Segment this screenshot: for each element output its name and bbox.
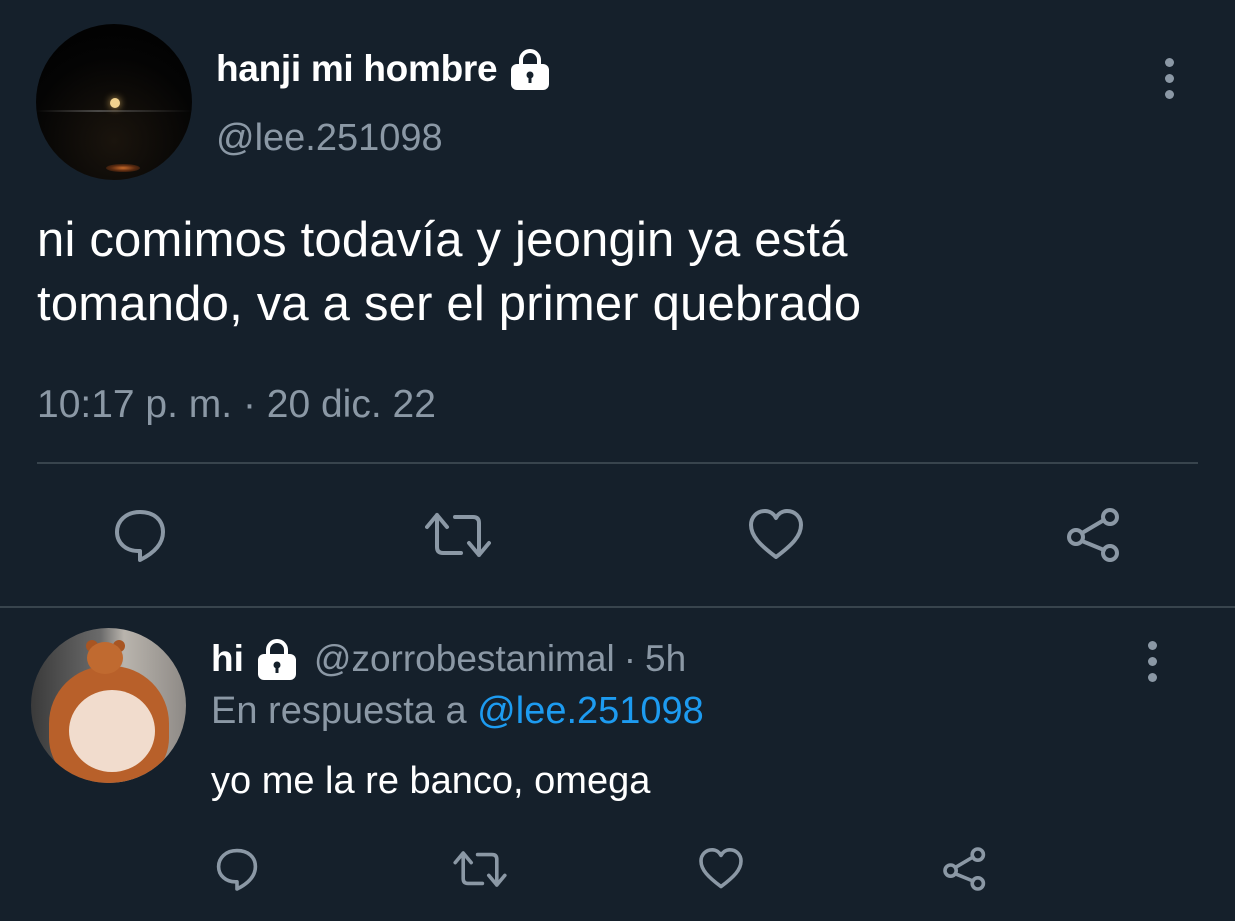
more-vertical-icon[interactable] xyxy=(1148,641,1157,682)
reply-age: 5h xyxy=(645,638,687,679)
author-handle[interactable]: @lee.251098 xyxy=(216,117,443,160)
lock-icon xyxy=(507,46,553,92)
reply-button[interactable] xyxy=(110,505,170,565)
lock-icon xyxy=(254,636,300,682)
tweet-timestamp[interactable]: 10:17 p. m. · 20 dic. 22 xyxy=(37,383,436,427)
heart-icon xyxy=(697,845,745,893)
like-button[interactable] xyxy=(746,505,806,565)
author-name-row[interactable]: hanji mi hombre xyxy=(216,46,553,92)
retweet-button[interactable] xyxy=(425,505,491,565)
reply-retweet-button[interactable] xyxy=(453,845,507,893)
reply-reply-button[interactable] xyxy=(213,845,261,893)
reply-share-button[interactable] xyxy=(941,845,989,893)
reply-context-prefix: En respuesta a xyxy=(211,690,467,732)
avatar-moon xyxy=(110,98,120,108)
reply-author-avatar[interactable] xyxy=(31,628,186,783)
avatar-horizon xyxy=(36,110,192,112)
avatar-bear-head xyxy=(87,642,123,674)
heart-icon xyxy=(746,505,806,565)
divider xyxy=(37,462,1198,464)
reply-like-button[interactable] xyxy=(697,845,745,893)
share-icon xyxy=(1064,505,1124,565)
reply-context: En respuesta a @lee.251098 xyxy=(211,690,704,733)
reply-author-name[interactable]: hi xyxy=(211,638,244,680)
reply-bubble-icon xyxy=(213,845,261,893)
share-icon xyxy=(941,845,989,893)
author-name[interactable]: hanji mi hombre xyxy=(216,48,498,90)
tweet-detail-screen: hanji mi hombre @lee.251098 ni comimos t… xyxy=(0,0,1235,921)
tweet-text-line-2: tomando, va a ser el primer quebrado xyxy=(37,277,862,331)
more-vertical-icon[interactable] xyxy=(1165,58,1174,99)
reply-author-handle[interactable]: @zorrobestanimal xyxy=(314,638,615,680)
reply-mention-link[interactable]: @lee.251098 xyxy=(477,690,704,732)
avatar-bear-belly xyxy=(69,690,155,772)
divider xyxy=(0,606,1235,608)
retweet-icon xyxy=(453,845,507,893)
avatar-city-lights xyxy=(106,164,140,172)
reply-header: hi @zorrobestanimal · 5h xyxy=(211,636,686,682)
tweet-text-line-1: ni comimos todavía y jeongin ya está xyxy=(37,213,848,267)
reply-separator: · xyxy=(623,638,637,679)
reply-text: yo me la re banco, omega xyxy=(211,760,651,802)
share-button[interactable] xyxy=(1064,505,1124,565)
tweet-text: ni comimos todavía y jeongin ya está tom… xyxy=(37,208,1197,336)
retweet-icon xyxy=(425,505,491,565)
reply-bubble-icon xyxy=(110,505,170,565)
author-avatar[interactable] xyxy=(36,24,192,180)
